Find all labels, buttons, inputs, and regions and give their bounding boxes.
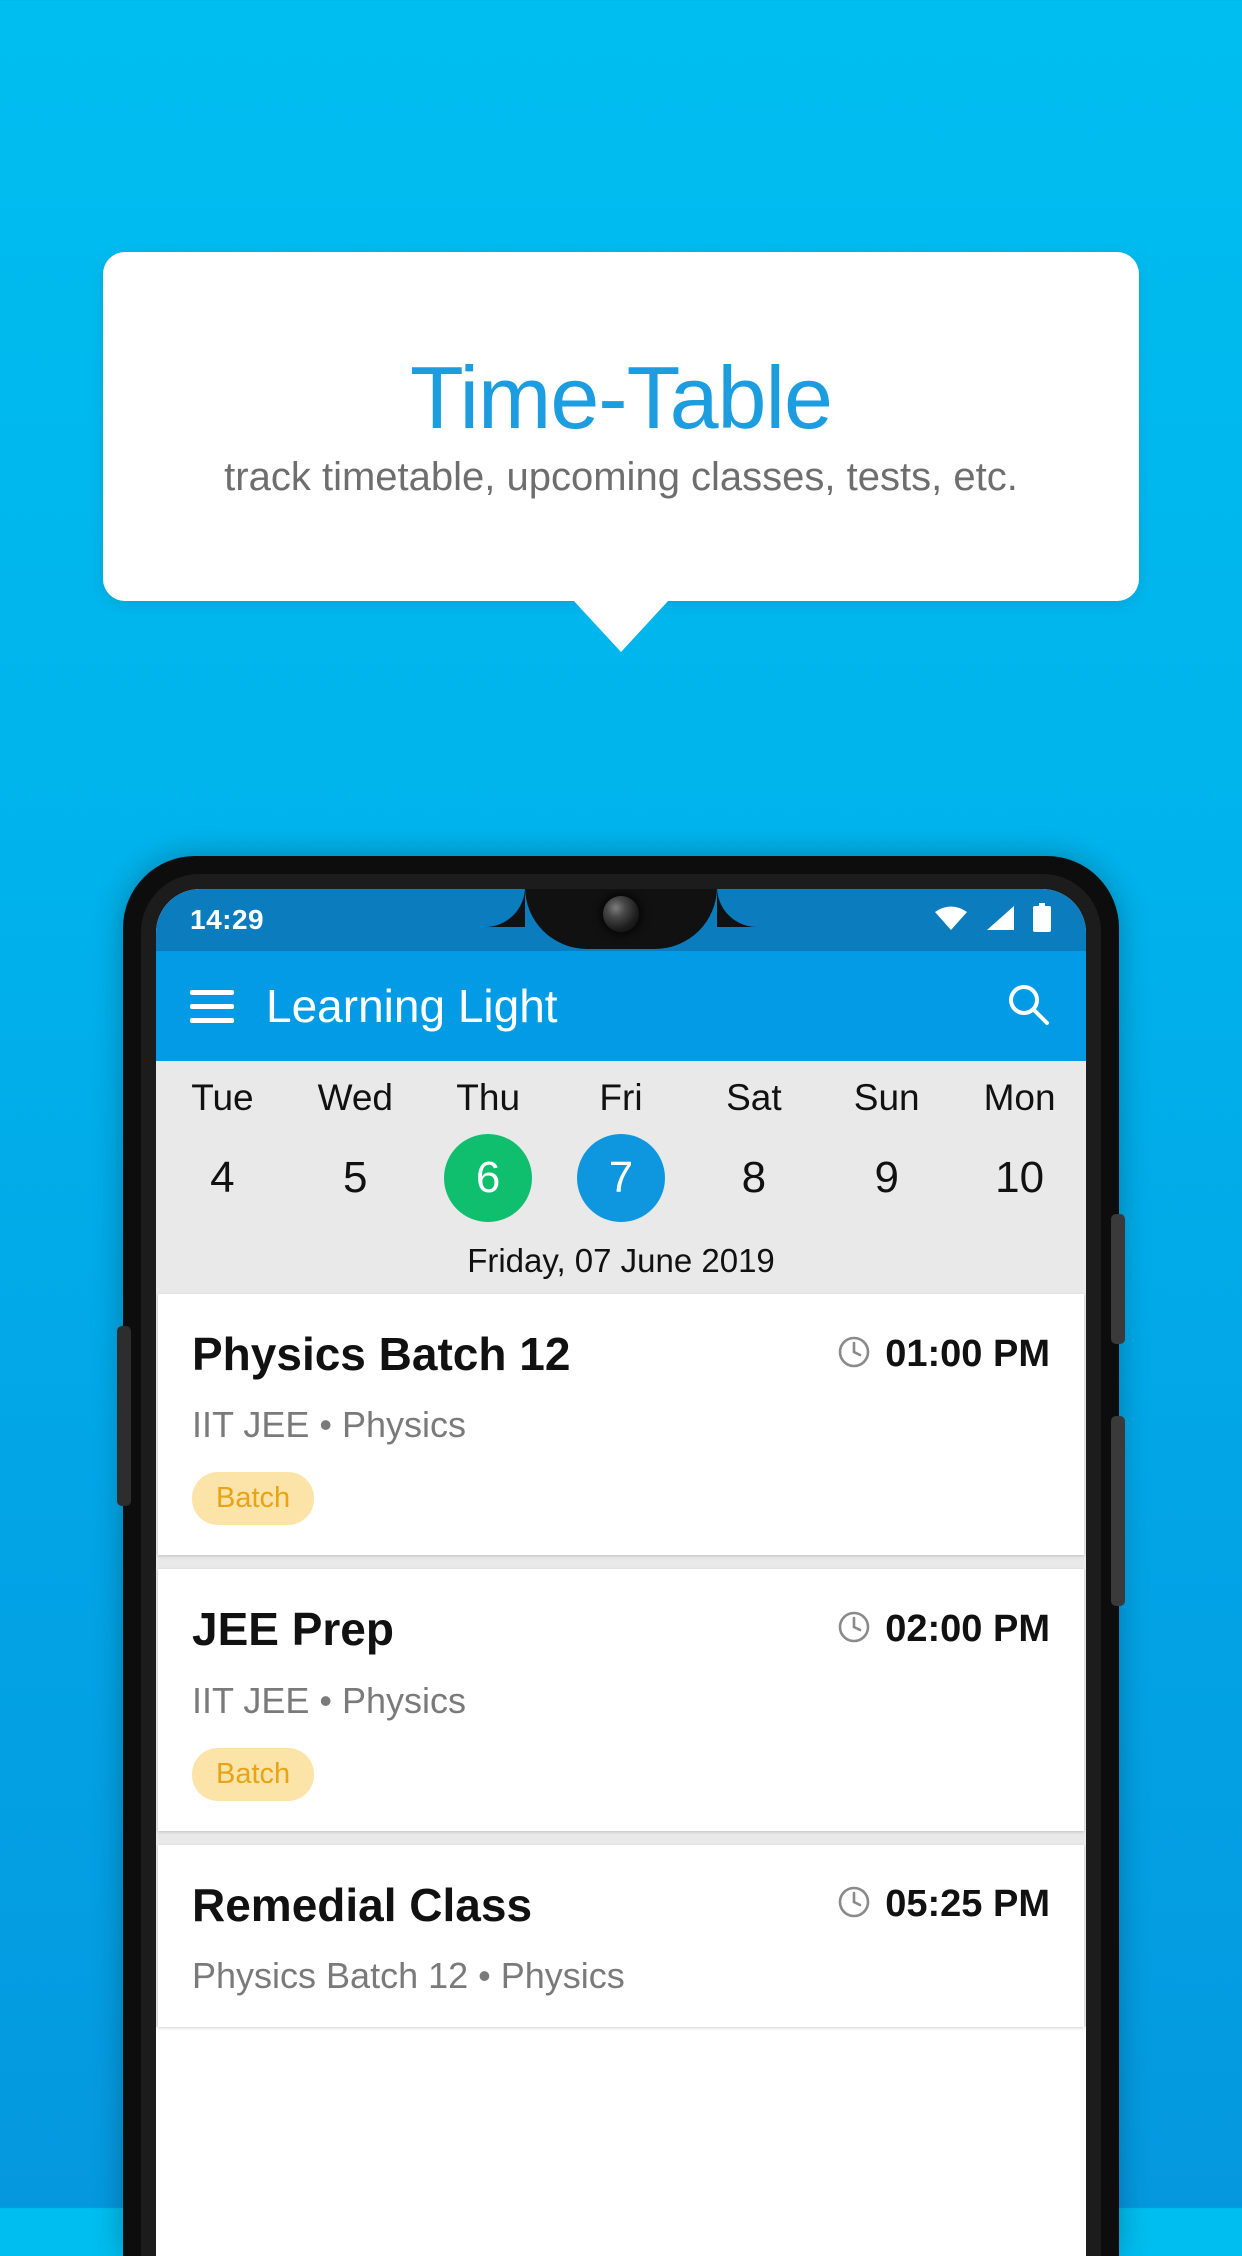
event-time: 02:00 PM	[885, 1607, 1050, 1650]
search-icon[interactable]	[1004, 980, 1052, 1033]
day-number-circle-today: 6	[444, 1134, 533, 1222]
event-card[interactable]: Remedial Class 05:25 PM Physics Batch 12…	[158, 1844, 1084, 2027]
selected-full-date: Friday, 07 June 2019	[467, 1242, 775, 1279]
phone-power-button[interactable]	[1111, 1214, 1125, 1344]
day-name: Sat	[726, 1077, 782, 1118]
event-list[interactable]: Physics Batch 12 01:00 PM IIT JEE • Phys…	[156, 1294, 1086, 2027]
event-title: JEE Prep	[192, 1603, 394, 1656]
hamburger-line	[190, 989, 234, 995]
event-time-group: 05:25 PM	[837, 1883, 1050, 1926]
day-number: 8	[741, 1153, 767, 1202]
date-strip-day-thu[interactable]: Thu 6	[422, 1079, 555, 1222]
date-strip-day-mon[interactable]: Mon 10	[953, 1079, 1086, 1222]
clock-icon	[837, 1610, 871, 1649]
status-bar-clock: 14:29	[190, 904, 265, 935]
day-number-circle: 10	[976, 1134, 1064, 1222]
day-name: Mon	[983, 1077, 1056, 1118]
promo-bubble: Time-Table track timetable, upcoming cla…	[103, 252, 1139, 601]
day-number: 4	[210, 1153, 235, 1202]
event-title: Remedial Class	[192, 1878, 533, 1931]
phone-volume-button[interactable]	[117, 1326, 131, 1506]
day-number-circle: 9	[843, 1134, 931, 1222]
week-days-row: Tue 4 Wed 5 Thu 6 Fri 7 Sat 8 Sun 9 Mon …	[156, 1079, 1086, 1222]
hamburger-line	[190, 1003, 234, 1009]
date-strip-day-tue[interactable]: Tue 4	[156, 1079, 289, 1222]
day-number: 7	[608, 1153, 634, 1202]
date-strip-day-sun[interactable]: Sun 9	[820, 1079, 953, 1222]
battery-icon	[1032, 902, 1052, 938]
day-number: 5	[343, 1153, 368, 1202]
day-name: Sun	[853, 1077, 920, 1118]
event-subtitle: IIT JEE • Physics	[192, 1404, 467, 1446]
event-time: 05:25 PM	[885, 1883, 1050, 1926]
day-number-circle: 4	[178, 1134, 266, 1222]
notch-wing-right	[717, 889, 757, 927]
day-number-circle-selected: 7	[577, 1134, 665, 1222]
phone-secondary-button[interactable]	[1111, 1416, 1125, 1606]
display-notch	[525, 889, 717, 949]
day-number-circle: 5	[311, 1134, 399, 1222]
day-name: Wed	[317, 1077, 393, 1118]
phone-device-frame: 14:29 Learning Light Tue 4 Wed 5 Thu 6 F…	[117, 856, 1125, 2256]
phone-screen: 14:29 Learning Light Tue 4 Wed 5 Thu 6 F…	[156, 889, 1086, 2256]
day-name: Fri	[599, 1077, 643, 1118]
app-bar: Learning Light	[156, 951, 1086, 1061]
day-number: 6	[475, 1153, 501, 1202]
event-subtitle: IIT JEE • Physics	[192, 1679, 467, 1721]
event-time-group: 01:00 PM	[837, 1333, 1050, 1376]
event-time: 01:00 PM	[885, 1332, 1050, 1375]
status-badge: Batch	[192, 1747, 315, 1801]
day-name: Thu	[456, 1077, 521, 1118]
date-strip-day-wed[interactable]: Wed 5	[289, 1079, 422, 1222]
notch-wing-left	[485, 889, 525, 927]
app-title: Learning Light	[266, 980, 558, 1032]
status-bar-icons	[934, 902, 1052, 938]
day-name: Tue	[191, 1077, 254, 1118]
promo-title: Time-Table	[410, 348, 833, 448]
day-number: 9	[874, 1153, 899, 1202]
event-card[interactable]: JEE Prep 02:00 PM IIT JEE • Physics Batc…	[158, 1569, 1084, 1831]
event-card[interactable]: Physics Batch 12 01:00 PM IIT JEE • Phys…	[158, 1294, 1084, 1556]
day-number: 10	[995, 1153, 1045, 1202]
event-card-header: JEE Prep 02:00 PM	[192, 1603, 1050, 1656]
promo-subtitle: track timetable, upcoming classes, tests…	[224, 454, 1018, 499]
hamburger-menu-icon[interactable]	[190, 989, 234, 1023]
hamburger-line	[190, 1017, 234, 1023]
event-subtitle: Physics Batch 12 • Physics	[192, 1954, 625, 1996]
date-strip-day-fri[interactable]: Fri 7	[555, 1079, 688, 1222]
event-card-header: Physics Batch 12 01:00 PM	[192, 1328, 1050, 1380]
event-time-group: 02:00 PM	[837, 1608, 1050, 1651]
event-card-header: Remedial Class 05:25 PM	[192, 1878, 1050, 1931]
clock-icon	[837, 1885, 871, 1924]
status-badge: Batch	[192, 1472, 315, 1526]
signal-icon	[985, 905, 1015, 936]
promo-bubble-tail	[573, 600, 669, 652]
date-strip-day-sat[interactable]: Sat 8	[687, 1079, 820, 1222]
status-bar: 14:29	[156, 889, 1086, 951]
clock-icon	[837, 1335, 871, 1374]
day-number-circle: 8	[710, 1134, 798, 1222]
wifi-icon	[934, 905, 968, 936]
event-title: Physics Batch 12	[192, 1328, 571, 1380]
front-camera-icon	[603, 896, 639, 932]
date-strip: Tue 4 Wed 5 Thu 6 Fri 7 Sat 8 Sun 9 Mon …	[156, 1061, 1086, 1294]
